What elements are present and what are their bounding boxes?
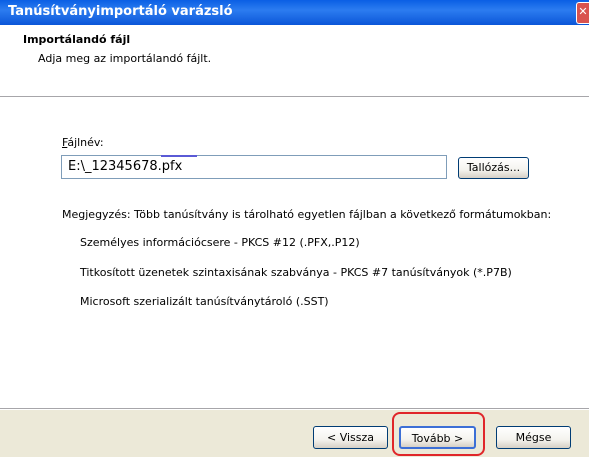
formats-note: Megjegyzés: Több tanúsítvány is tárolhat… [62, 208, 552, 221]
close-icon[interactable]: ✕ [576, 2, 589, 24]
window-title: Tanúsítványimportáló varázsló [8, 4, 233, 19]
page-subtitle: Adja meg az importálandó fájlt. [38, 52, 212, 65]
footer-divider [0, 408, 589, 410]
cancel-button[interactable]: Mégse [496, 426, 571, 449]
filename-label: Fájlnév: [62, 136, 104, 149]
filename-label-text: ájlnév: [67, 136, 104, 149]
format-item-sst: Microsoft szerializált tanúsítványtároló… [80, 295, 329, 308]
next-button-highlight [392, 412, 485, 456]
back-button[interactable]: < Vissza [313, 426, 388, 449]
format-item-pkcs12: Személyes információcsere - PKCS #12 (.P… [80, 236, 360, 249]
title-bar[interactable]: Tanúsítványimportáló varázsló ✕ [0, 0, 589, 25]
browse-button[interactable]: Tallózás... [458, 157, 529, 179]
format-item-pkcs7: Titkosított üzenetek szintaxisának szabv… [80, 266, 512, 279]
filename-input[interactable]: E:\_12345678.pfx [61, 155, 447, 179]
page-title: Importálandó fájl [23, 33, 131, 46]
input-focus-mark [161, 155, 197, 157]
wizard-window: Tanúsítványimportáló varázsló ✕ Importál… [0, 0, 589, 457]
